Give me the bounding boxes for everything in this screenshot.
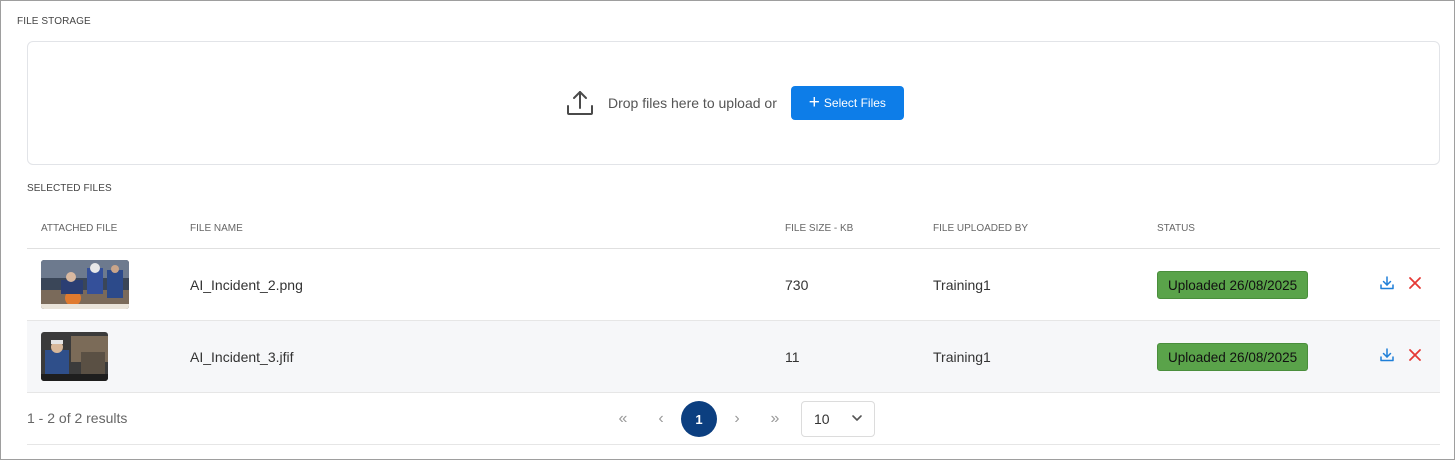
- download-icon[interactable]: [1379, 347, 1395, 363]
- file-name: AI_Incident_3.jfif: [190, 349, 294, 365]
- select-files-label: Select Files: [823, 96, 886, 110]
- file-storage-title: FILE STORAGE: [17, 16, 91, 27]
- uploaded-by: Training1: [933, 277, 991, 293]
- uploaded-by: Training1: [933, 349, 991, 365]
- table-row: AI_Incident_3.jfif 11 Training1 Uploaded…: [27, 321, 1440, 393]
- header-uploaded-by: FILE UPLOADED BY: [933, 223, 1029, 234]
- first-page-icon[interactable]: «: [605, 401, 641, 437]
- page-size-value: 10: [814, 411, 830, 427]
- dropzone-text: Drop files here to upload or: [608, 95, 777, 111]
- prev-page-icon[interactable]: ‹: [643, 401, 679, 437]
- selected-files-title: SELECTED FILES: [27, 183, 112, 194]
- download-icon[interactable]: [1379, 275, 1395, 291]
- file-storage-panel: FILE STORAGE Drop files here to upload o…: [0, 0, 1455, 460]
- status-badge: Uploaded 26/08/2025: [1157, 343, 1309, 371]
- select-files-button[interactable]: + Select Files: [790, 86, 904, 120]
- file-thumbnail[interactable]: [41, 332, 108, 381]
- file-name: AI_Incident_2.png: [190, 277, 303, 293]
- close-icon[interactable]: [1407, 347, 1423, 363]
- files-table: ATTACHED FILE FILE NAME FILE SIZE - KB F…: [27, 209, 1440, 393]
- file-size: 730: [785, 277, 809, 293]
- close-icon[interactable]: [1407, 275, 1423, 291]
- header-file-name: FILE NAME: [190, 223, 243, 234]
- status-badge: Uploaded 26/08/2025: [1157, 271, 1309, 299]
- table-row: AI_Incident_2.png 730 Training1 Uploaded…: [27, 249, 1440, 321]
- results-summary: 1 - 2 of 2 results: [27, 410, 128, 426]
- upload-icon: [564, 87, 596, 119]
- page-size-select[interactable]: 10: [801, 401, 875, 437]
- file-thumbnail[interactable]: [41, 260, 129, 309]
- pagination: « ‹ 1 › » 10: [605, 401, 875, 437]
- header-file-size: FILE SIZE - KB: [785, 223, 854, 234]
- plus-icon: +: [808, 91, 820, 113]
- pagination-footer: 1 - 2 of 2 results « ‹ 1 › » 10: [27, 393, 1440, 445]
- dropzone-content: Drop files here to upload or + Select Fi…: [564, 86, 904, 120]
- header-status: STATUS: [1157, 223, 1195, 234]
- file-size: 11: [785, 349, 800, 365]
- last-page-icon[interactable]: »: [757, 401, 793, 437]
- chevron-down-icon: [850, 411, 864, 428]
- upload-dropzone[interactable]: Drop files here to upload or + Select Fi…: [27, 41, 1440, 165]
- header-attached-file: ATTACHED FILE: [41, 223, 118, 234]
- page-button-current[interactable]: 1: [681, 401, 717, 437]
- next-page-icon[interactable]: ›: [719, 401, 755, 437]
- table-header: ATTACHED FILE FILE NAME FILE SIZE - KB F…: [27, 209, 1440, 249]
